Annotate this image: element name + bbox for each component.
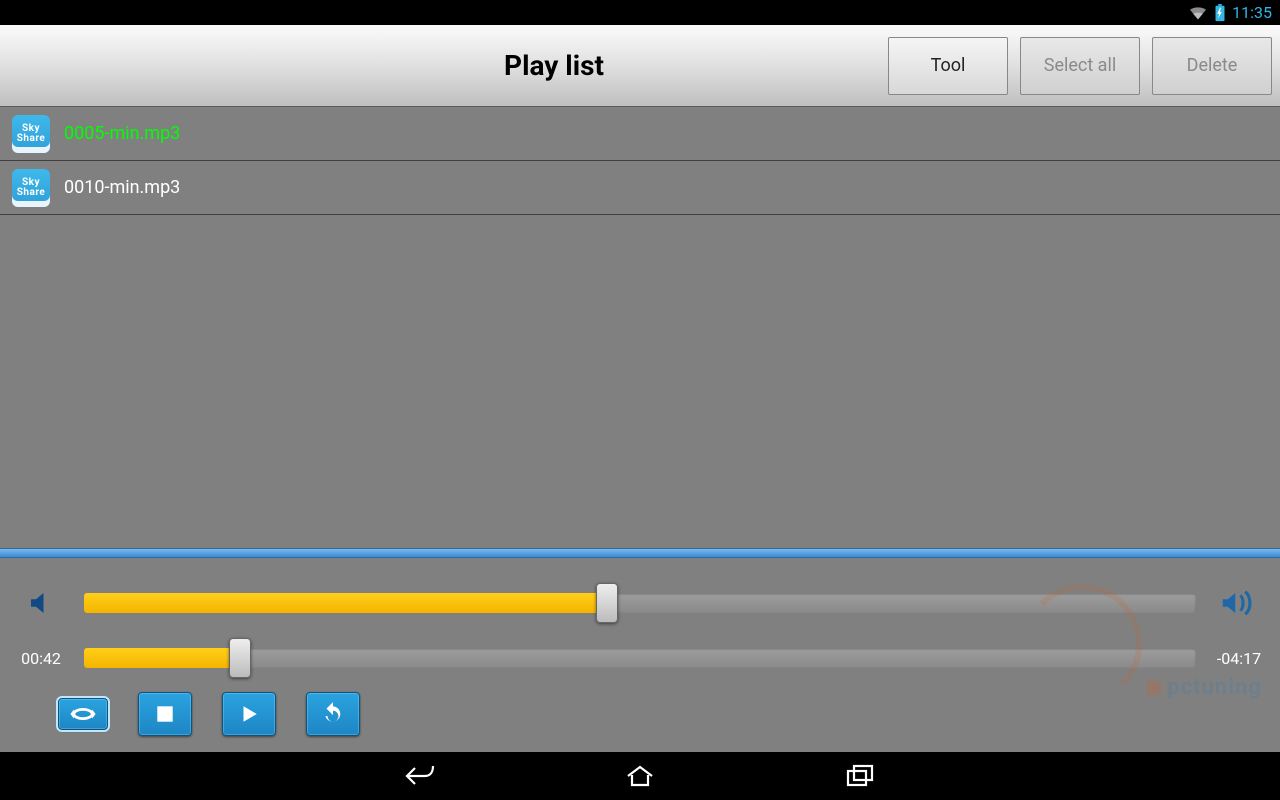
volume-low-icon — [14, 588, 68, 618]
list-item[interactable]: Sky Share 0010-min.mp3 — [0, 161, 1280, 215]
list-item[interactable]: Sky Share 0005-min.mp3 — [0, 107, 1280, 161]
skyshare-icon: Sky Share — [12, 169, 50, 207]
skyshare-icon: Sky Share — [12, 115, 50, 153]
back-button[interactable] — [400, 760, 440, 792]
track-name: 0010-min.mp3 — [64, 177, 180, 198]
recent-apps-button[interactable] — [840, 760, 880, 792]
stop-button[interactable] — [138, 692, 192, 736]
app-header: Play list Tool Select all Delete — [0, 25, 1280, 107]
wifi-icon — [1188, 5, 1208, 21]
volume-row — [0, 588, 1280, 618]
progress-row: 00:42 -04:17 — [0, 644, 1280, 672]
volume-slider[interactable] — [84, 589, 1196, 617]
panel-divider — [0, 548, 1280, 558]
track-name: 0005-min.mp3 — [64, 123, 180, 144]
playlist-area: Sky Share 0005-min.mp3 Sky Share 0010-mi… — [0, 107, 1280, 548]
repeat-button[interactable] — [58, 698, 108, 730]
status-time: 11:35 — [1232, 3, 1272, 22]
select-all-button[interactable]: Select all — [1020, 37, 1140, 95]
status-bar: 11:35 — [0, 0, 1280, 25]
play-button[interactable] — [222, 692, 276, 736]
controls-panel: 00:42 -04:17 pctuning — [0, 558, 1280, 752]
home-button[interactable] — [620, 760, 660, 792]
volume-high-icon — [1212, 588, 1266, 618]
delete-button[interactable]: Delete — [1152, 37, 1272, 95]
header-buttons: Tool Select all Delete — [888, 37, 1280, 95]
nav-bar — [0, 752, 1280, 800]
page-title: Play list — [504, 49, 604, 82]
tool-button[interactable]: Tool — [888, 37, 1008, 95]
elapsed-time: 00:42 — [14, 649, 68, 668]
progress-slider[interactable] — [84, 644, 1196, 672]
replay-button[interactable] — [306, 692, 360, 736]
remaining-time: -04:17 — [1212, 649, 1266, 668]
battery-charging-icon — [1214, 4, 1226, 22]
playback-buttons — [0, 684, 1280, 744]
